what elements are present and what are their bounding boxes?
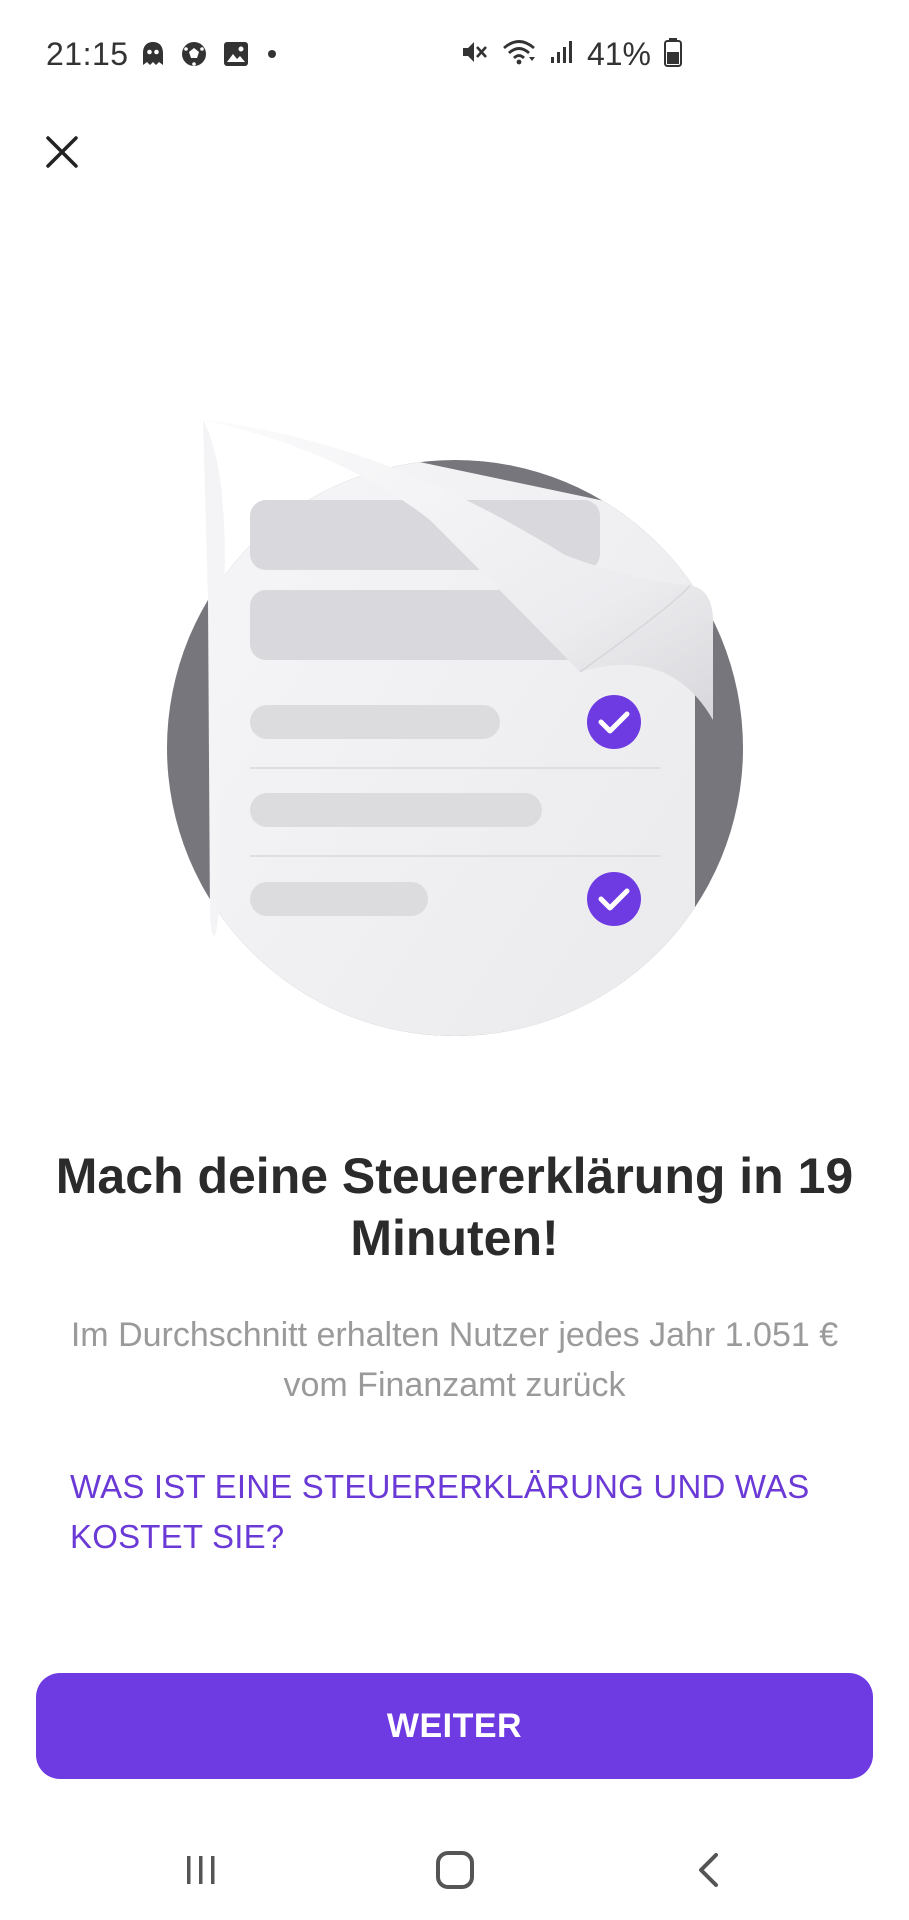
back-button[interactable]: [670, 1830, 750, 1910]
wifi-icon: [501, 37, 537, 72]
info-link[interactable]: WAS IST EINE STEUERERKLÄRUNG UND WAS KOS…: [70, 1462, 830, 1562]
back-icon: [699, 1853, 718, 1887]
soccer-ball-icon: [180, 40, 208, 73]
battery-icon: [663, 36, 683, 73]
status-bar: 21:15 41%: [0, 0, 909, 110]
recent-apps-icon: [187, 1856, 215, 1884]
weiter-button[interactable]: WEITER: [36, 1673, 873, 1779]
mute-icon: [459, 37, 489, 72]
check-icon: [587, 695, 641, 749]
tax-document-illustration: [150, 400, 750, 1060]
page-subtitle: Im Durchschnitt erhalten Nutzer jedes Ja…: [70, 1316, 839, 1404]
home-icon: [436, 1851, 474, 1889]
home-button[interactable]: [415, 1830, 495, 1910]
notification-icons: [140, 40, 280, 73]
system-nav-bar: [0, 1820, 909, 1920]
battery-percent: 41%: [586, 36, 651, 72]
screen: 21:15 41% Mach deine Steuererklärung in …: [0, 0, 909, 1920]
dot-icon: [264, 40, 280, 73]
ghost-icon: [140, 40, 166, 73]
recent-apps-button[interactable]: [161, 1830, 241, 1910]
status-time: 21:15: [46, 36, 129, 72]
signal-icon: [549, 37, 575, 72]
check-icon: [587, 872, 641, 926]
system-status: 41%: [459, 36, 683, 73]
page-title: Mach deine Steuererklärung in 19 Minuten…: [55, 1148, 854, 1266]
close-icon: [46, 136, 78, 168]
close-button[interactable]: [32, 122, 92, 182]
gallery-icon: [222, 40, 250, 73]
